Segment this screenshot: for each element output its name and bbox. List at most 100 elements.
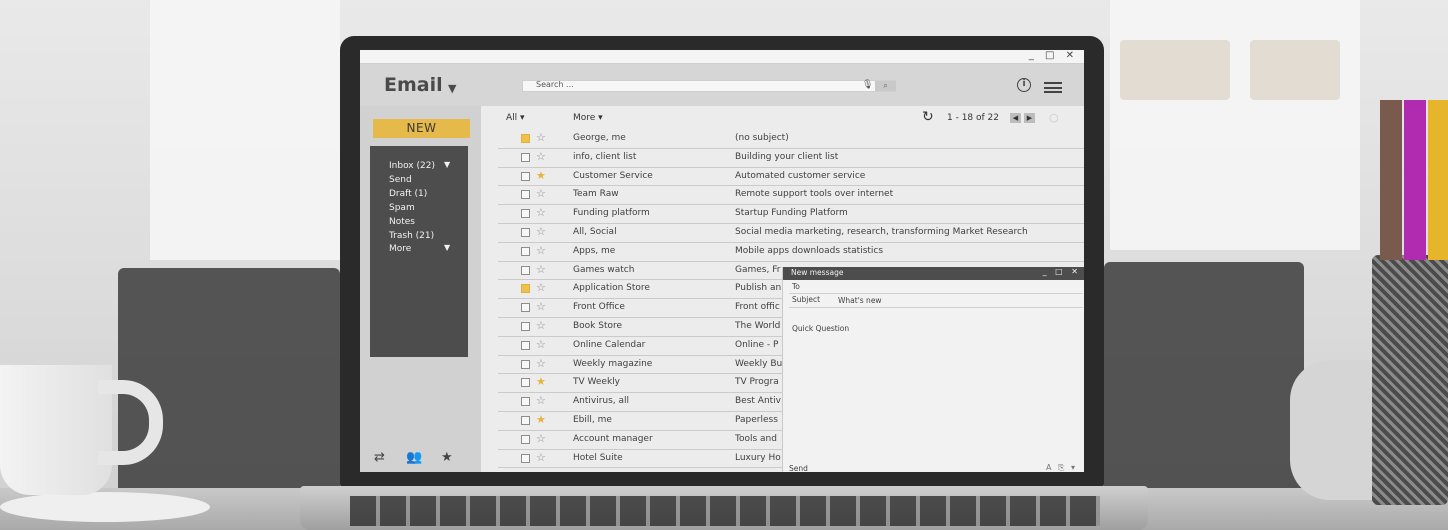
subject-label: Subject	[792, 295, 821, 304]
email-subject: Mobile apps downloads statistics	[735, 245, 884, 256]
pencil-pink	[1404, 100, 1426, 260]
sidebar-item-notes[interactable]: Notes	[389, 217, 415, 227]
next-page-button[interactable]: ▶	[1024, 113, 1035, 123]
subject-field[interactable]: What's new	[838, 296, 882, 305]
formatting-tools[interactable]: A ⎘ ▾	[1046, 463, 1077, 472]
star-icon[interactable]: ☆	[536, 357, 546, 370]
email-row[interactable]: ★ Customer Service Automated customer serv…	[498, 168, 1084, 187]
star-icon[interactable]: ☆	[536, 281, 546, 294]
send-button[interactable]: Send	[789, 464, 808, 472]
row-checkbox[interactable]	[521, 152, 530, 162]
row-checkbox[interactable]	[521, 246, 530, 256]
row-checkbox[interactable]	[521, 303, 530, 313]
to-label: To	[792, 282, 800, 291]
star-icon[interactable]: ☆	[536, 206, 546, 219]
row-checkbox[interactable]	[521, 434, 530, 444]
background-window	[150, 0, 340, 260]
email-subject: Luxury Ho	[735, 452, 781, 463]
email-subject: The World	[735, 320, 781, 331]
sidebar-item-send[interactable]: Send	[389, 175, 412, 185]
email-row[interactable]: ☆ Team Raw Remote support tools over inter…	[498, 186, 1084, 206]
star-icon[interactable]: ☆	[536, 300, 546, 313]
row-checkbox[interactable]	[521, 265, 530, 275]
chevron-down-icon[interactable]: ▼	[444, 160, 450, 169]
email-subject: Weekly Bu	[735, 358, 783, 369]
email-row[interactable]: ☆ George, me (no subject)	[498, 130, 1084, 149]
row-checkbox[interactable]	[521, 171, 530, 181]
sidebar-item-inbox[interactable]: Inbox (22)	[389, 161, 435, 171]
row-checkbox[interactable]	[521, 397, 530, 407]
row-checkbox[interactable]	[521, 190, 530, 200]
divider	[789, 307, 1083, 308]
message-body[interactable]: Quick Question	[792, 324, 849, 333]
email-subject: Paperless	[735, 414, 778, 425]
star-icon[interactable]: ☆	[536, 394, 546, 407]
background-shelf	[1250, 40, 1340, 100]
star-icon[interactable]: ☆	[536, 319, 546, 332]
row-checkbox[interactable]	[521, 321, 530, 331]
row-checkbox[interactable]	[521, 227, 530, 237]
email-row[interactable]: ☆ info, client list Building your client l…	[498, 149, 1084, 168]
select-all-dropdown[interactable]: All ▾	[506, 113, 525, 123]
email-subject: Remote support tools over internet	[735, 189, 894, 200]
email-row[interactable]: ☆ All, Social Social media marketing, rese…	[498, 224, 1084, 243]
row-checkbox[interactable]	[521, 340, 530, 350]
more-dropdown[interactable]: More ▾	[573, 113, 603, 123]
row-checkbox[interactable]	[521, 209, 530, 219]
email-sender: Hotel Suite	[573, 452, 623, 463]
search-input[interactable]: Search ... 🎙 ⌕	[522, 80, 896, 92]
row-checkbox[interactable]	[521, 359, 530, 369]
contacts-icon[interactable]: 👥	[406, 450, 422, 465]
star-icon[interactable]: ☆	[536, 131, 546, 144]
chevron-down-icon[interactable]: ▼	[448, 82, 456, 95]
star-icon[interactable]: ★	[536, 375, 546, 388]
coffee-cup	[0, 365, 112, 495]
swap-arrows-icon[interactable]: ⇄	[374, 450, 385, 465]
new-button[interactable]: NEW	[373, 119, 470, 138]
star-icon[interactable]: ☆	[536, 225, 546, 238]
chevron-down-icon[interactable]: ▼	[444, 243, 450, 252]
settings-icon[interactable]: ○	[1049, 111, 1059, 124]
background-window	[1110, 0, 1360, 250]
email-subject: Front offic	[735, 302, 780, 313]
star-icon[interactable]: ★	[536, 169, 546, 182]
star-icon[interactable]: ☆	[536, 432, 546, 445]
sidebar-item-more[interactable]: More	[389, 244, 411, 254]
email-sender: info, client list	[573, 151, 637, 162]
star-icon[interactable]: ☆	[536, 187, 546, 200]
search-icon: ⌕	[883, 81, 888, 90]
divider	[789, 293, 1083, 294]
prev-page-button[interactable]: ◀	[1010, 113, 1021, 123]
email-sender: Online Calendar	[573, 339, 646, 350]
info-icon[interactable]: i	[1017, 78, 1031, 92]
compose-window-controls[interactable]: _ □ ✕	[1043, 267, 1081, 276]
star-icon[interactable]: ★	[536, 413, 546, 426]
refresh-icon[interactable]: ↻	[922, 109, 934, 125]
sidebar-item-spam[interactable]: Spam	[389, 203, 415, 213]
row-checkbox[interactable]	[521, 134, 530, 143]
row-checkbox[interactable]	[521, 378, 530, 388]
email-subject: (no subject)	[735, 133, 789, 143]
email-sender: George, me	[573, 133, 626, 143]
email-sender: Account manager	[573, 433, 653, 444]
microphone-icon[interactable]: 🎙	[862, 80, 873, 90]
email-sender: Book Store	[573, 320, 623, 331]
sidebar-item-draft[interactable]: Draft (1)	[389, 189, 427, 199]
star-icon[interactable]: ☆	[536, 244, 546, 257]
sidebar-item-trash[interactable]: Trash (21)	[389, 231, 434, 241]
star-icon[interactable]: ☆	[536, 451, 546, 464]
star-icon[interactable]: ☆	[536, 263, 546, 276]
window-controls[interactable]: _ □ ✕	[1029, 50, 1078, 61]
star-icon[interactable]: ☆	[536, 150, 546, 163]
star-icon[interactable]: ★	[441, 450, 453, 465]
sidebar-footer: ⇄ 👥 ★	[360, 450, 481, 466]
email-row[interactable]: ☆ Funding platform Startup Funding Platfor…	[498, 205, 1084, 224]
search-button[interactable]: ⌕	[875, 81, 896, 91]
row-checkbox[interactable]	[521, 284, 530, 294]
compose-title: New message	[791, 268, 844, 277]
row-checkbox[interactable]	[521, 453, 530, 463]
star-icon[interactable]: ☆	[536, 338, 546, 351]
email-row[interactable]: ☆ Apps, me Mobile apps downloads statistic…	[498, 243, 1084, 262]
row-checkbox[interactable]	[521, 415, 530, 425]
hamburger-menu-icon[interactable]	[1044, 82, 1062, 93]
